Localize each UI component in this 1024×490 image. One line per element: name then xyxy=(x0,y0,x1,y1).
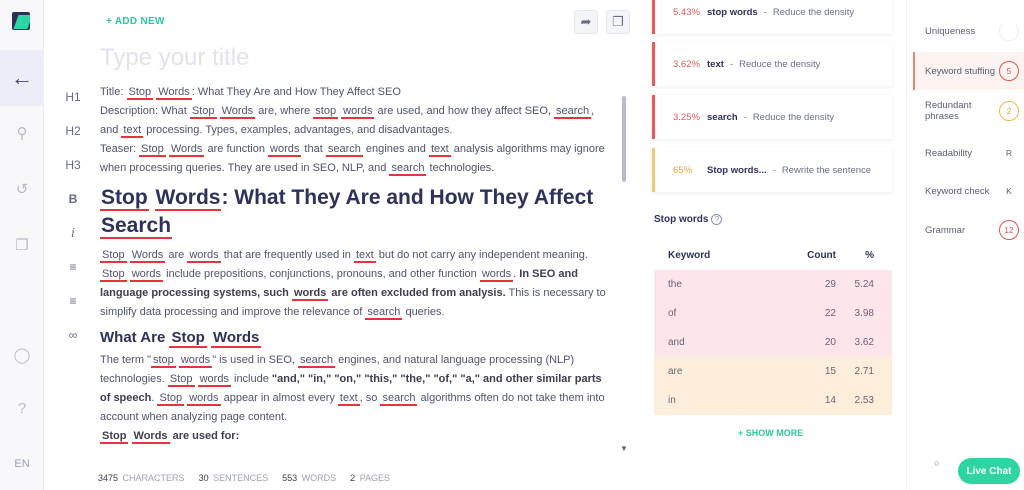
check-redundant-phrases[interactable]: Redundant phrases 2 xyxy=(913,92,1024,130)
check-uniqueness[interactable]: Uniqueness xyxy=(913,12,1024,50)
uniqueness-indicator xyxy=(999,21,1019,41)
cell-count: 20 xyxy=(824,337,836,348)
table-row: of 22 3.98 xyxy=(654,299,892,328)
check-keyword-check[interactable]: Keyword check K xyxy=(913,172,1024,210)
show-more-button[interactable]: + SHOW MORE xyxy=(738,428,803,438)
suggestion-card[interactable]: 5.43% stop words - Reduce the density xyxy=(652,0,892,34)
help-icon[interactable]: ? xyxy=(711,214,723,225)
editor-scrollbar[interactable] xyxy=(622,96,626,182)
left-rail: ← ⚲ ↺ ❐ ◯ ? EN xyxy=(0,0,44,490)
search-icon[interactable]: ⚲ xyxy=(0,124,44,142)
cell-count: 22 xyxy=(824,308,836,319)
doc-paragraph-3: Stop Words are used for: xyxy=(100,430,240,444)
language-switch[interactable]: EN xyxy=(0,458,44,470)
document-stats: 3475 CHARACTERS 30 SENTENCES 553 WORDS 2… xyxy=(98,473,390,483)
cell-pct: 3.62 xyxy=(854,337,874,348)
table-row: the 29 5.24 xyxy=(654,270,892,299)
cell-count: 14 xyxy=(824,395,836,406)
doc-paragraph-1: Stop Words are words that are frequently… xyxy=(100,249,606,320)
stat-characters: 3475 CHARACTERS xyxy=(98,473,185,483)
title-input[interactable]: Type your title xyxy=(100,44,249,72)
user-icon[interactable]: ◯ xyxy=(0,346,44,364)
table-header: Keyword Count % xyxy=(654,240,892,270)
editor-content[interactable]: Title: Stop Words: What They Are and How… xyxy=(100,83,612,449)
check-readability[interactable]: Readability R xyxy=(913,134,1024,172)
cell-keyword: and xyxy=(668,337,685,348)
numbered-list-icon[interactable]: ≡ xyxy=(56,284,90,318)
bullet-list-icon[interactable]: ≡ xyxy=(56,250,90,284)
back-arrow-icon[interactable]: ← xyxy=(0,50,44,106)
suggestion-card[interactable]: 3.62% text - Reduce the density xyxy=(652,42,892,86)
stat-words: 553 WORDS xyxy=(282,473,337,483)
stat-pages: 2 PAGES xyxy=(350,473,391,483)
help-icon[interactable]: ? xyxy=(0,400,44,417)
stat-sentences: 30 SENTENCES xyxy=(198,473,269,483)
copy-icon[interactable]: ❐ xyxy=(606,10,630,34)
format-toolbar: H1 H2 H3 B i ≡ ≡ ∞ xyxy=(56,80,90,352)
doc-heading-2: What Are Stop Words xyxy=(100,329,262,348)
cell-count: 15 xyxy=(824,366,836,377)
doc-paragraph-2: The term " stop words " is used in SEO, se… xyxy=(100,354,605,423)
link-icon[interactable]: ∞ xyxy=(56,318,90,352)
cell-count: 29 xyxy=(824,279,836,290)
status-icon: ○ xyxy=(934,458,940,468)
live-chat-button[interactable]: Live Chat xyxy=(958,458,1020,484)
format-bold-button[interactable]: B xyxy=(56,182,90,216)
suggestion-card[interactable]: 65% Stop words... - Rewrite the sentence xyxy=(652,148,892,192)
cell-pct: 2.53 xyxy=(854,395,874,406)
doc-teaser: Teaser: Stop Words are function words th… xyxy=(100,143,605,176)
cell-keyword: are xyxy=(668,366,683,377)
checks-panel: Uniqueness Keyword stuffing 5 Redundant p… xyxy=(906,0,1024,490)
format-h1-button[interactable]: H1 xyxy=(56,80,90,114)
cell-pct: 3.98 xyxy=(854,308,874,319)
app-logo[interactable] xyxy=(12,12,30,30)
format-italic-button[interactable]: i xyxy=(56,216,90,250)
share-icon[interactable]: ➦ xyxy=(574,10,598,34)
scroll-down-icon[interactable]: ▼ xyxy=(620,444,628,453)
table-row: and 20 3.62 xyxy=(654,328,892,357)
table-row: are 15 2.71 xyxy=(654,357,892,386)
format-h3-button[interactable]: H3 xyxy=(56,148,90,182)
doc-title-line: Title: Stop Words: What They Are and How… xyxy=(100,86,401,100)
doc-description: Description: What Stop Words are, where … xyxy=(100,105,595,138)
cell-keyword: of xyxy=(668,308,677,319)
format-h2-button[interactable]: H2 xyxy=(56,114,90,148)
history-icon[interactable]: ↺ xyxy=(0,180,44,198)
stop-words-table: Keyword Count % the 29 5.24 of 22 3.98 and 20 3.… xyxy=(654,240,892,415)
cell-keyword: in xyxy=(668,395,676,406)
doc-heading-1: Stop Words: What They Are and How They A… xyxy=(100,186,594,239)
cell-pct: 5.24 xyxy=(854,279,874,290)
check-grammar[interactable]: Grammar 12 xyxy=(913,211,1024,249)
cell-pct: 2.71 xyxy=(854,366,874,377)
suggestion-card[interactable]: 3.25% search - Reduce the density xyxy=(652,95,892,139)
check-keyword-stuffing[interactable]: Keyword stuffing 5 xyxy=(913,52,1024,90)
documents-icon[interactable]: ❐ xyxy=(0,236,44,254)
table-row: in 14 2.53 xyxy=(654,386,892,415)
stop-words-title: Stop words? xyxy=(654,214,723,225)
cell-keyword: the xyxy=(668,279,682,290)
add-new-button[interactable]: + ADD NEW xyxy=(106,16,165,27)
